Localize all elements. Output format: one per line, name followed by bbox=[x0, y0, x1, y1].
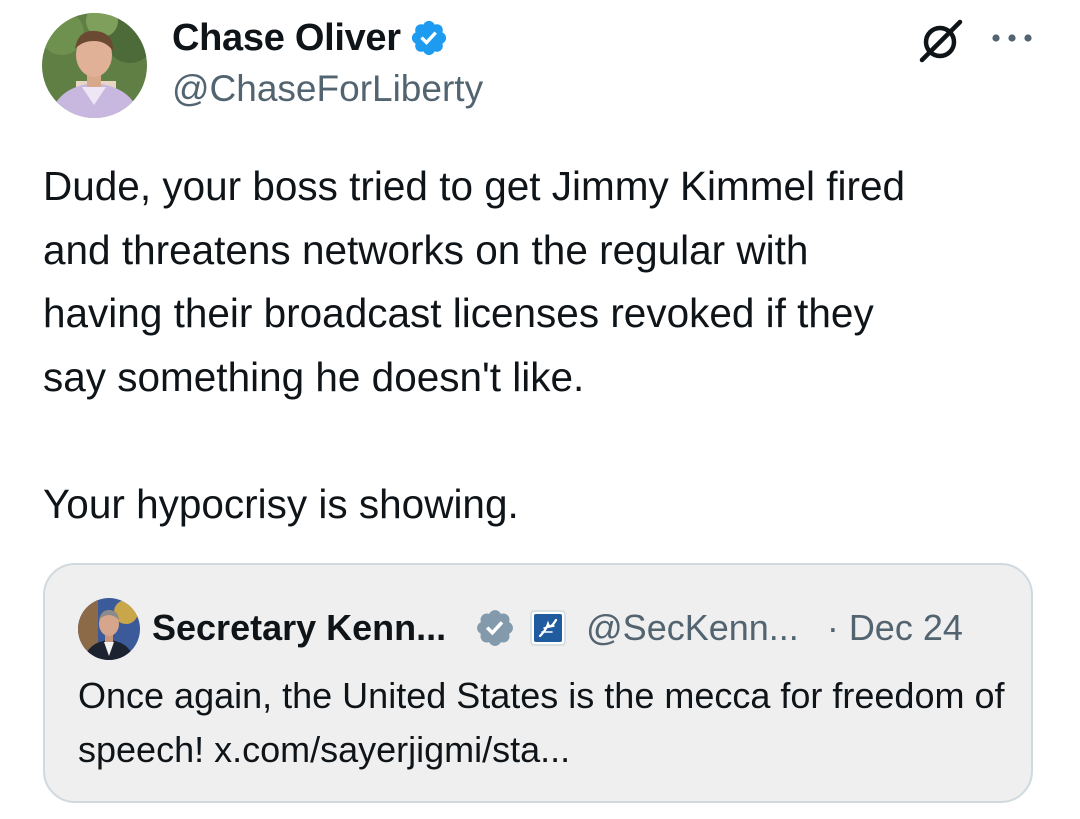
separator-dot: · bbox=[826, 607, 839, 648]
author-avatar[interactable] bbox=[42, 13, 147, 118]
author-handle[interactable]: @ChaseForLiberty bbox=[172, 68, 483, 110]
post: Chase Oliver @ChaseForLiberty Dude, your… bbox=[0, 0, 1080, 819]
quoted-header: Secretary Kenn... @SecKenn... · Dec 24 bbox=[152, 603, 963, 653]
verified-badge-icon[interactable] bbox=[409, 18, 449, 58]
post-text: Dude, your boss tried to get Jimmy Kimme… bbox=[43, 163, 906, 527]
quoted-author-handle[interactable]: @SecKenn... bbox=[586, 607, 799, 649]
government-verified-badge-icon[interactable] bbox=[474, 607, 516, 649]
more-options-icon[interactable] bbox=[990, 28, 1034, 48]
quoted-post[interactable]: Secretary Kenn... @SecKenn... · Dec 24 O… bbox=[43, 563, 1033, 803]
quoted-post-text: Once again, the United States is the mec… bbox=[78, 675, 1005, 770]
quoted-author-avatar[interactable] bbox=[78, 598, 140, 660]
author-name-row: Chase Oliver bbox=[172, 14, 449, 62]
quoted-author-display-name[interactable]: Secretary Kenn... bbox=[152, 607, 446, 649]
quoted-post-date[interactable]: Dec 24 bbox=[849, 607, 963, 649]
author-display-name[interactable]: Chase Oliver bbox=[172, 17, 401, 60]
grok-icon[interactable] bbox=[916, 16, 968, 64]
hhs-affiliation-icon[interactable] bbox=[530, 610, 566, 646]
